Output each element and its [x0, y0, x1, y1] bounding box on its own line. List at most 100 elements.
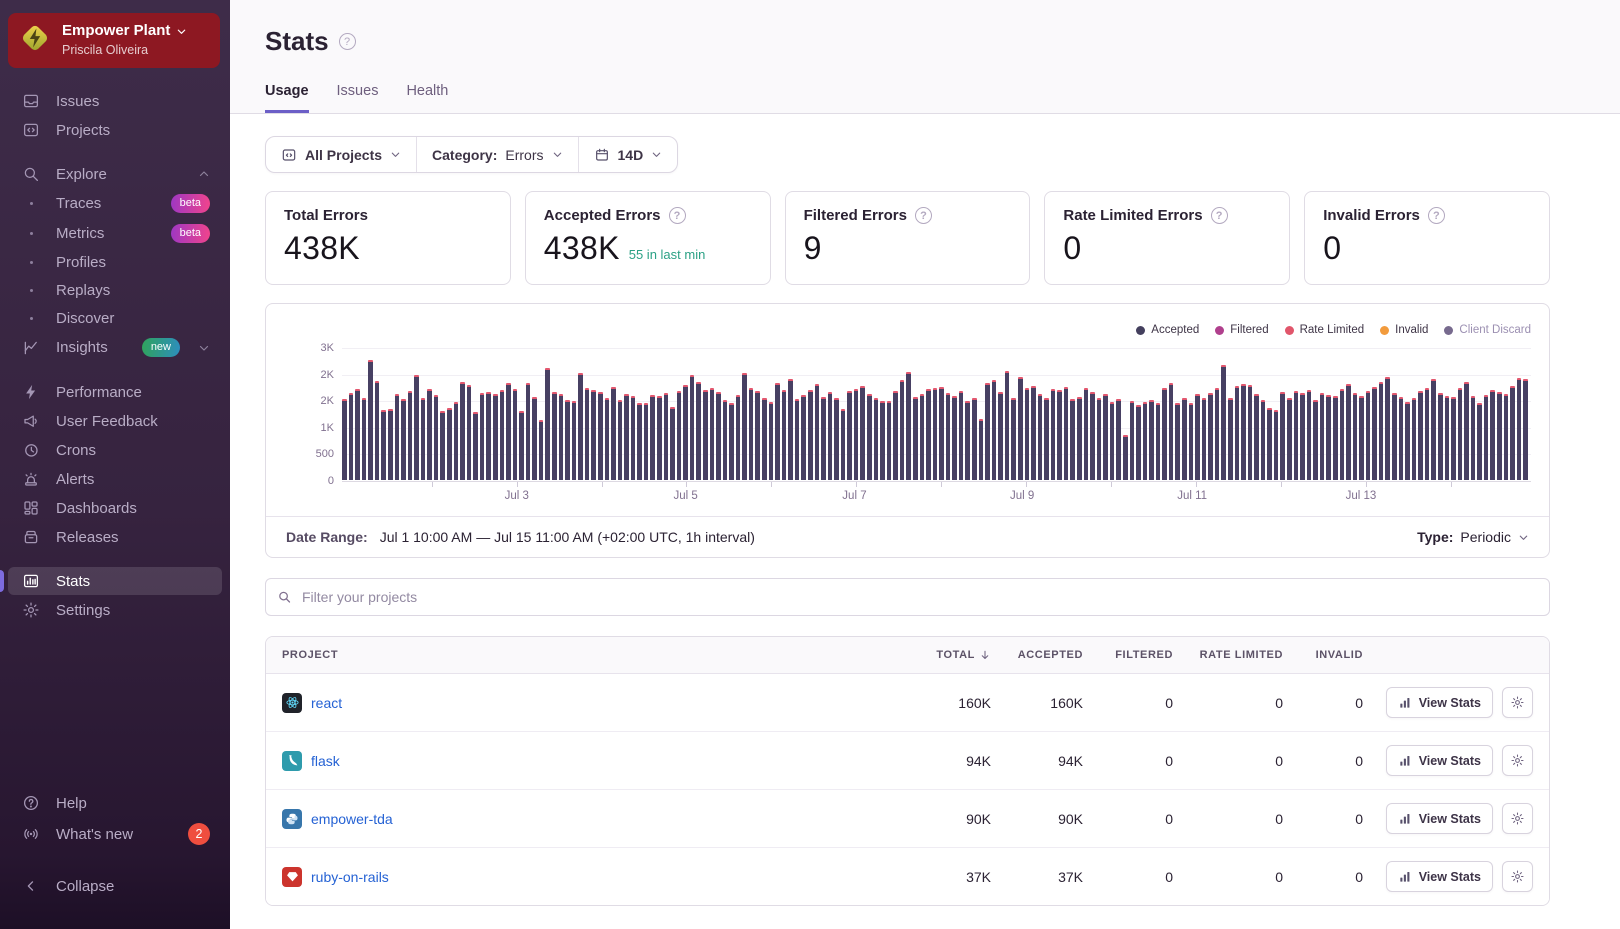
date-range-value: Jul 1 10:00 AM — Jul 15 11:00 AM (+02:00… [379, 529, 755, 545]
bar [755, 391, 760, 480]
bar [781, 390, 787, 480]
bar [1339, 388, 1345, 480]
legend-item-invalid[interactable]: Invalid [1380, 324, 1428, 336]
sidebar-item-whats-new[interactable]: What's new 2 [8, 818, 222, 850]
sidebar-item-crons[interactable]: Crons [8, 436, 222, 464]
x-axis-tick [1111, 482, 1113, 487]
project-link[interactable]: empower-tda [311, 811, 393, 827]
sidebar-item-alerts[interactable]: Alerts [8, 465, 222, 493]
sidebar-item-replays[interactable]: Replays [8, 277, 222, 304]
sidebar-item-label: Metrics [56, 225, 105, 242]
calendar-icon [594, 147, 610, 163]
bar [355, 389, 360, 480]
legend-item-filtered[interactable]: Filtered [1215, 324, 1269, 336]
sidebar-item-dashboards[interactable]: Dashboards [8, 494, 222, 522]
date-period-selector[interactable]: 14D [577, 137, 678, 172]
column-header-invalid[interactable]: INVALID [1283, 649, 1363, 661]
sidebar-item-projects[interactable]: Projects [8, 116, 222, 144]
project-settings-button[interactable] [1502, 861, 1533, 892]
type-label: Type: [1417, 529, 1454, 545]
sidebar-item-label: Dashboards [56, 499, 137, 517]
view-stats-button[interactable]: View Stats [1385, 687, 1493, 718]
column-header-rate-limited[interactable]: RATE LIMITED [1173, 649, 1283, 661]
card-title-row: Accepted Errors? [544, 207, 752, 224]
category-selector[interactable]: Category: Errors [416, 137, 577, 172]
column-header-accepted[interactable]: ACCEPTED [991, 649, 1083, 661]
bar [1332, 396, 1338, 480]
legend-dot [1136, 325, 1146, 335]
tab-usage[interactable]: Usage [265, 83, 309, 113]
bar [722, 400, 728, 480]
card-help-icon[interactable]: ? [1427, 207, 1445, 224]
sidebar-item-label: Alerts [56, 470, 95, 488]
row-actions: View Stats [1363, 687, 1535, 718]
bar [1365, 391, 1371, 480]
org-logo-icon [18, 21, 52, 60]
project-link[interactable]: ruby-on-rails [311, 869, 389, 885]
accepted-value: 160K [1050, 694, 1083, 711]
project-settings-button[interactable] [1502, 803, 1533, 834]
bar [958, 391, 964, 480]
view-stats-button[interactable]: View Stats [1385, 745, 1493, 776]
column-header-total[interactable]: TOTAL [901, 649, 991, 661]
tab-health[interactable]: Health [406, 83, 448, 113]
project-selector[interactable]: All Projects [266, 137, 416, 172]
sidebar-item-profiles[interactable]: Profiles [8, 249, 222, 276]
bar [342, 399, 347, 480]
view-stats-button[interactable]: View Stats [1385, 803, 1493, 834]
bar [348, 393, 354, 480]
bar [1227, 397, 1233, 480]
sidebar-item-label: Settings [56, 601, 111, 619]
sidebar-item-label: What's new [56, 825, 134, 843]
card-help-icon[interactable]: ? [668, 207, 686, 224]
view-stats-button[interactable]: View Stats [1385, 861, 1493, 892]
legend-item-accepted[interactable]: Accepted [1136, 324, 1199, 336]
bar [906, 372, 911, 480]
type-selector[interactable]: Type: Periodic [1417, 529, 1529, 545]
sidebar-item-metrics[interactable]: Metrics beta [8, 219, 222, 248]
accepted-value: 90K [1058, 810, 1083, 827]
project-settings-button[interactable] [1502, 687, 1533, 718]
bar [860, 386, 865, 480]
sidebar-item-stats[interactable]: Stats [0, 567, 222, 595]
sidebar-item-issues[interactable]: Issues [8, 87, 222, 115]
project-link[interactable]: react [311, 695, 342, 711]
sidebar-item-explore[interactable]: Explore [8, 160, 222, 188]
accepted-value: 37K [1058, 868, 1083, 885]
view-stats-label: View Stats [1418, 811, 1481, 826]
bar [1090, 392, 1095, 480]
bar [1129, 400, 1135, 480]
project-link[interactable]: flask [311, 753, 340, 769]
sidebar-item-help[interactable]: Help [8, 789, 222, 817]
card-help-icon[interactable]: ? [914, 207, 932, 224]
bar [532, 397, 537, 480]
column-header-project[interactable]: PROJECT [282, 649, 901, 661]
bar [814, 384, 820, 480]
sidebar-item-traces[interactable]: Traces beta [8, 189, 222, 218]
sidebar-item-insights[interactable]: Insights new [8, 333, 222, 362]
x-axis-label: Jul 7 [842, 490, 867, 502]
org-user: Priscila Oliveira [62, 43, 149, 58]
sidebar-item-collapse[interactable]: Collapse [8, 872, 222, 900]
project-filter-input[interactable] [265, 578, 1550, 616]
legend-item-rate-limited[interactable]: Rate Limited [1284, 324, 1364, 336]
card-help-icon[interactable]: ? [1210, 207, 1228, 224]
project-settings-button[interactable] [1502, 745, 1533, 776]
page-help-icon[interactable]: ? [338, 33, 356, 50]
bar [460, 382, 465, 480]
column-header-filtered[interactable]: FILTERED [1083, 649, 1173, 661]
ruby-platform-icon [282, 866, 302, 887]
org-switcher[interactable]: Empower Plant Priscila Oliveira [8, 13, 220, 68]
legend-item-client-discard[interactable]: Client Discard [1444, 324, 1531, 336]
rate-limited-value: 0 [1275, 752, 1283, 769]
sidebar-item-discover[interactable]: Discover [8, 305, 222, 332]
sidebar-item-performance[interactable]: Performance [8, 378, 222, 406]
bar [1122, 434, 1128, 480]
invalid-value: 0 [1355, 810, 1363, 827]
broadcast-icon [20, 825, 42, 843]
sidebar-item-user-feedback[interactable]: User Feedback [8, 407, 222, 435]
sidebar-item-releases[interactable]: Releases [8, 523, 222, 551]
tab-issues[interactable]: Issues [337, 83, 379, 113]
sidebar-item-settings[interactable]: Settings [8, 596, 222, 624]
bar [512, 389, 518, 480]
